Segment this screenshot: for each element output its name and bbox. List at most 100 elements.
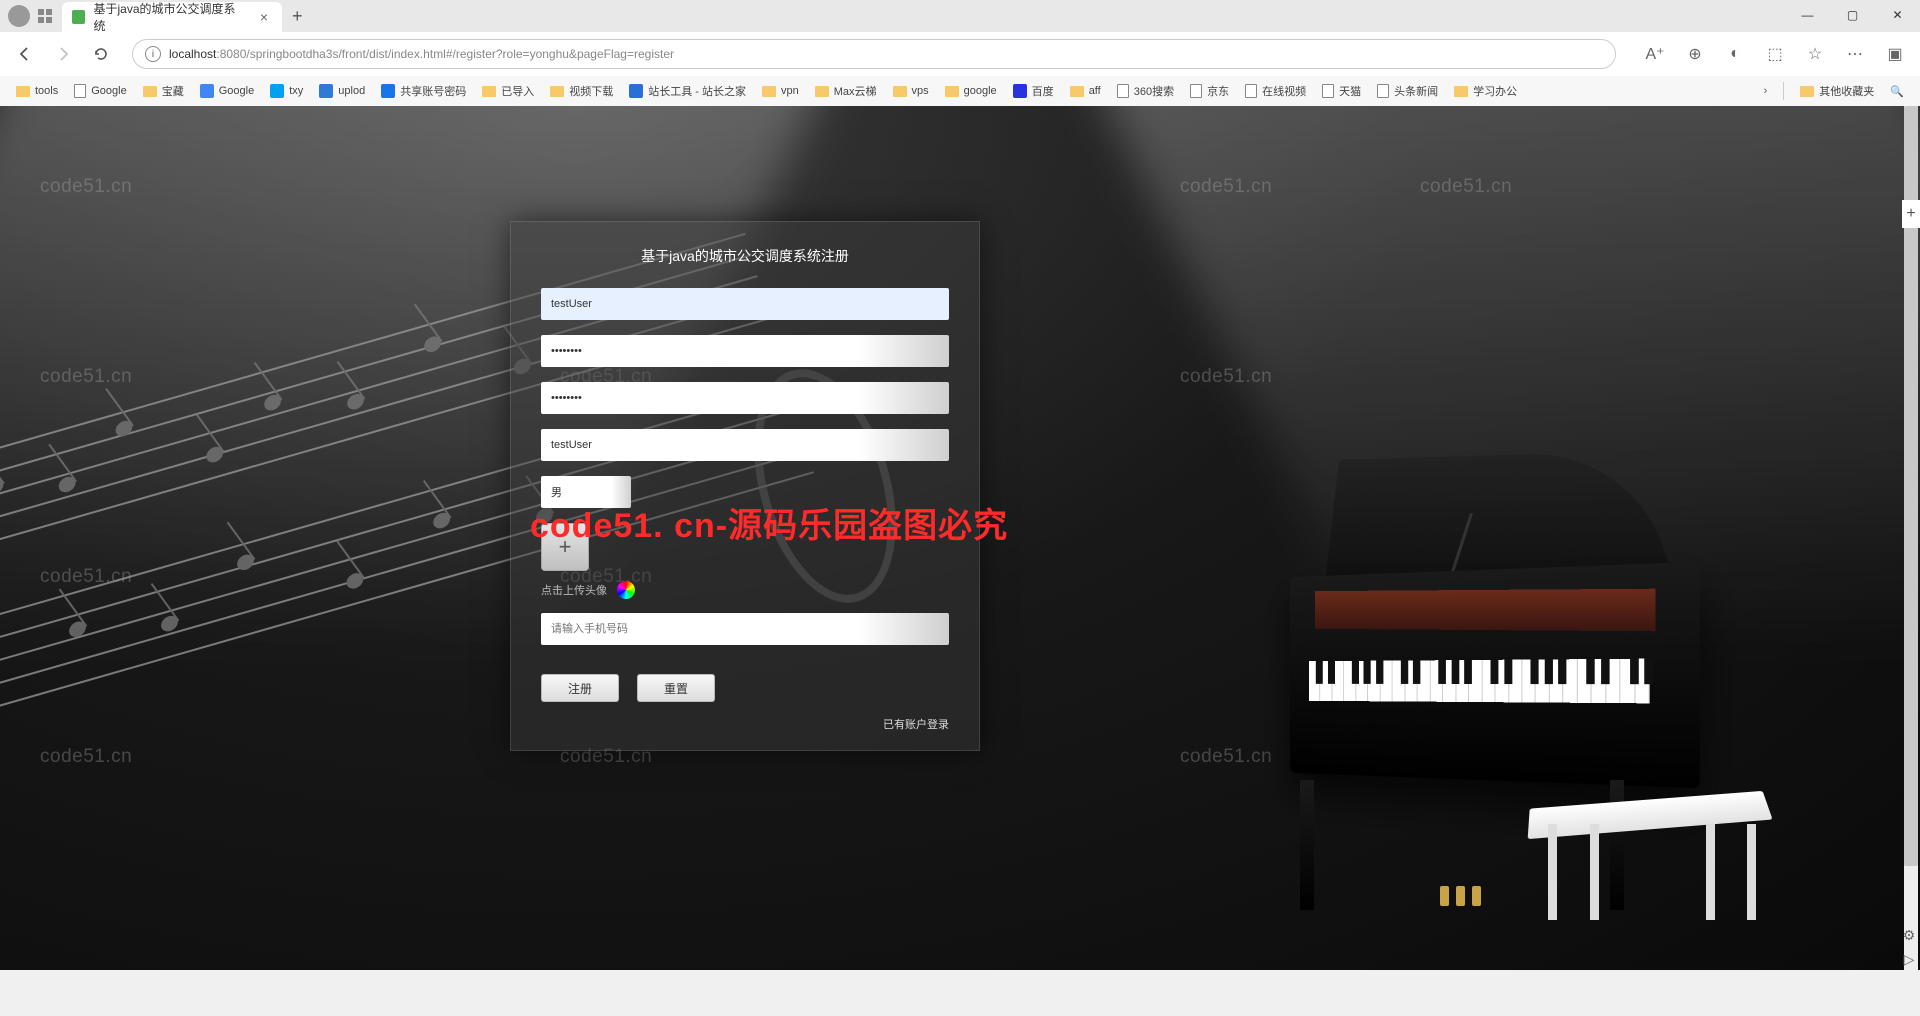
bookmark-item[interactable]: vps	[887, 82, 935, 100]
title-bar: 基于java的城市公交调度系统 × + — ▢ ✕	[0, 0, 1920, 32]
watermark-text: code51.cn	[40, 566, 132, 588]
bookmark-label: 学习办公	[1473, 83, 1517, 99]
avatar-upload-button[interactable]: +	[541, 523, 589, 571]
forward-button[interactable]	[48, 39, 78, 69]
bookmark-label: uplod	[338, 85, 365, 97]
menu-icon[interactable]: ⋯	[1840, 39, 1870, 69]
bookmark-item[interactable]: uplod	[313, 81, 371, 101]
bookmark-item[interactable]: 宝藏	[137, 80, 190, 102]
tab-close-icon[interactable]: ×	[260, 9, 268, 25]
bookmark-item[interactable]: 360搜索	[1111, 80, 1180, 102]
maximize-button[interactable]: ▢	[1830, 0, 1875, 30]
workspace-icon[interactable]	[36, 7, 54, 25]
page-scrollbar[interactable]	[1904, 106, 1918, 970]
bookmark-item[interactable]: google	[939, 82, 1003, 100]
reader-icon[interactable]: A⁺	[1640, 39, 1670, 69]
watermark-text: code51.cn	[1180, 746, 1272, 768]
confirm-password-input[interactable]	[541, 382, 949, 414]
password-input[interactable]	[541, 335, 949, 367]
refresh-button[interactable]	[86, 39, 116, 69]
phone-input[interactable]	[541, 613, 949, 645]
bookmark-item[interactable]: 在线视频	[1239, 80, 1312, 102]
bookmark-label: 已导入	[501, 83, 534, 99]
tab-title: 基于java的城市公交调度系统	[93, 0, 241, 34]
bookmark-item[interactable]: 头条新闻	[1371, 80, 1444, 102]
page-content: code51.cn code51.cn code51.cn code51.cn code…	[0, 106, 1920, 970]
bookmark-item[interactable]: 站长工具 - 站长之家	[623, 80, 752, 102]
page-icon	[1322, 84, 1334, 98]
sidebar-settings-icon[interactable]: ⚙	[1900, 926, 1918, 944]
folder-icon	[550, 86, 564, 97]
reset-button[interactable]: 重置	[637, 674, 715, 702]
bookmark-item[interactable]: 已导入	[476, 80, 540, 102]
site-icon	[381, 84, 395, 98]
watermark-text: code51.cn	[1180, 176, 1272, 198]
bookmark-label: 360搜索	[1134, 83, 1174, 99]
page-icon	[1190, 84, 1202, 98]
site-icon	[270, 84, 284, 98]
bookmark-item[interactable]: 天猫	[1316, 80, 1367, 102]
bookmark-label: 京东	[1207, 83, 1229, 99]
bookmark-item[interactable]: Google	[68, 81, 132, 101]
bookmark-item[interactable]: 视频下载	[544, 80, 619, 102]
bookmark-label: 在线视频	[1262, 83, 1306, 99]
folder-icon	[945, 86, 959, 97]
bookmark-label: 其他收藏夹	[1819, 83, 1874, 99]
profile-avatar-icon[interactable]	[8, 5, 30, 27]
bookmark-label: 站长工具 - 站长之家	[648, 83, 746, 99]
zoom-icon[interactable]: ⊕	[1680, 39, 1710, 69]
sidebar-add-icon[interactable]: +	[1902, 200, 1920, 228]
new-tab-button[interactable]: +	[292, 6, 303, 27]
username-input[interactable]	[541, 288, 949, 320]
watermark-text: code51.cn	[560, 106, 652, 108]
collections-icon[interactable]: ▣	[1880, 39, 1910, 69]
register-button[interactable]: 注册	[541, 674, 619, 702]
bookmark-label: 共享账号密码	[400, 83, 466, 99]
bookmark-label: Google	[219, 85, 254, 97]
site-info-icon[interactable]: i	[145, 46, 161, 62]
bookmark-item[interactable]: aff	[1064, 82, 1107, 100]
watermark-text: code51.cn	[40, 176, 132, 198]
other-bookmarks[interactable]: 其他收藏夹	[1794, 80, 1880, 102]
favorite-icon[interactable]: ☆	[1800, 39, 1830, 69]
form-title: 基于java的城市公交调度系统注册	[541, 246, 949, 266]
bookmark-item[interactable]: 学习办公	[1448, 80, 1523, 102]
extensions-icon[interactable]: ⬚	[1760, 39, 1790, 69]
bookmark-item[interactable]: vpn	[756, 82, 805, 100]
bookmark-label: 宝藏	[162, 83, 184, 99]
upload-hint: 点击上传头像	[541, 582, 607, 598]
browser-tab[interactable]: 基于java的城市公交调度系统 ×	[62, 2, 282, 32]
page-icon	[1117, 84, 1129, 98]
bookmark-item[interactable]: 共享账号密码	[375, 80, 472, 102]
bookmark-label: 天猫	[1339, 83, 1361, 99]
folder-icon	[143, 86, 157, 97]
bookmark-item[interactable]: txy	[264, 81, 309, 101]
close-button[interactable]: ✕	[1875, 0, 1920, 30]
address-bar[interactable]: i localhost:8080/springbootdha3s/front/d…	[132, 39, 1616, 69]
watermark-text: code51.cn	[40, 366, 132, 388]
nav-bar: i localhost:8080/springbootdha3s/front/d…	[0, 32, 1920, 76]
sync-icon[interactable]: ◐	[1720, 39, 1750, 69]
search-bookmarks-icon[interactable]: 🔍	[1884, 85, 1910, 98]
bookmark-item[interactable]: Google	[194, 81, 260, 101]
color-wheel-icon	[617, 581, 635, 599]
bookmark-label: txy	[289, 85, 303, 97]
bookmark-item[interactable]: tools	[10, 82, 64, 100]
gender-select[interactable]	[541, 476, 631, 508]
page-icon	[1377, 84, 1389, 98]
bookmark-item[interactable]: 百度	[1007, 80, 1060, 102]
bookmark-item[interactable]: 京东	[1184, 80, 1235, 102]
bookmark-label: 百度	[1032, 83, 1054, 99]
folder-icon	[1454, 86, 1468, 97]
bookmark-item[interactable]: Max云梯	[809, 80, 883, 102]
nickname-input[interactable]	[541, 429, 949, 461]
bookmarks-overflow-icon[interactable]: ›	[1758, 85, 1774, 97]
back-button[interactable]	[10, 39, 40, 69]
bookmark-label: 视频下载	[569, 83, 613, 99]
sidebar-collapse-icon[interactable]: ▷	[1900, 950, 1918, 968]
site-icon	[1013, 84, 1027, 98]
login-link[interactable]: 已有账户登录	[541, 716, 949, 732]
watermark-text: code51.cn	[40, 746, 132, 768]
bookmark-label: tools	[35, 85, 58, 97]
minimize-button[interactable]: —	[1785, 0, 1830, 30]
